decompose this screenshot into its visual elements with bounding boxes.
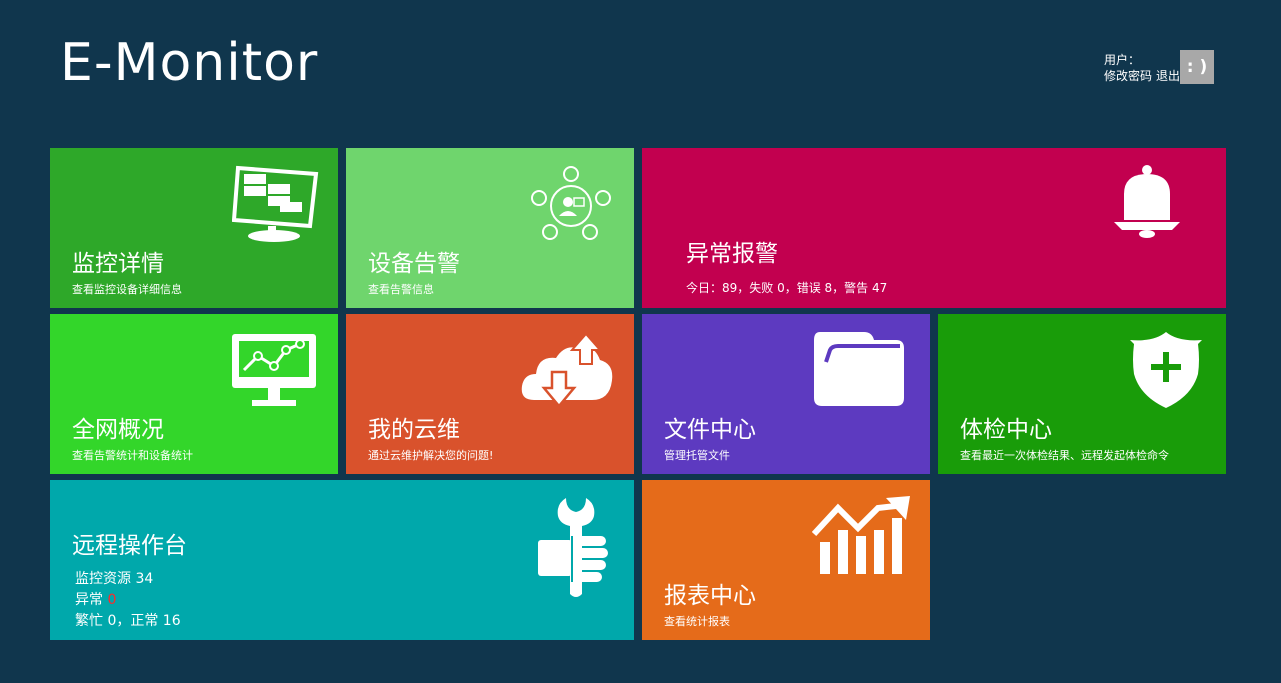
tile-report-center[interactable]: 报表中心 查看统计报表: [642, 480, 930, 640]
user-label: 用户：: [1104, 53, 1141, 67]
remote-console-stats: 监控资源 34 异常 0 繁忙 0，正常 16: [75, 569, 181, 632]
tile-file-center[interactable]: 文件中心 管理托管文件: [642, 314, 930, 474]
avatar[interactable]: : ): [1180, 50, 1214, 84]
tile-subtitle: 查看告警统计和设备统计: [72, 449, 193, 462]
tile-health-center[interactable]: 体检中心 查看最近一次体检结果、远程发起体检命令: [938, 314, 1226, 474]
tile-title: 文件中心: [664, 417, 756, 443]
tile-monitor-detail[interactable]: 监控详情 查看监控设备详细信息: [50, 148, 338, 308]
stat-abnormal-value: 0: [107, 592, 117, 608]
wrench-hand-icon: [538, 498, 608, 597]
tile-remote-console[interactable]: 远程操作台 监控资源 34 异常 0 繁忙 0，正常 16: [50, 480, 634, 640]
tile-subtitle: 查看告警信息: [368, 283, 434, 296]
tile-title: 异常报警: [686, 241, 778, 267]
tile-title: 设备告警: [368, 251, 460, 277]
tile-device-alarm[interactable]: 设备告警 查看告警信息: [346, 148, 634, 308]
tile-subtitle: 查看监控设备详细信息: [72, 283, 182, 296]
tile-title: 报表中心: [664, 583, 756, 609]
alarm-stats: 今日：89，失败 0，错误 8，警告 47: [686, 281, 888, 295]
bar-chart-up-icon: [812, 496, 910, 574]
tile-abnormal-alarm[interactable]: 异常报警 今日：89，失败 0，错误 8，警告 47: [642, 148, 1226, 308]
app-logo: E-Monitor: [60, 33, 319, 93]
tile-subtitle: 管理托管文件: [664, 449, 730, 462]
tile-my-cloud[interactable]: 我的云维 通过云维护解决您的问题!: [346, 314, 634, 474]
tile-title: 全网概况: [72, 417, 164, 443]
tile-subtitle: 查看最近一次体检结果、远程发起体检命令: [960, 449, 1169, 462]
tile-subtitle: 通过云维护解决您的问题!: [368, 449, 494, 462]
tile-network-overview[interactable]: 全网概况 查看告警统计和设备统计: [50, 314, 338, 474]
stat-abnormal: 异常 0: [75, 590, 181, 611]
bell-icon: [1114, 165, 1180, 238]
stat-abnormal-label: 异常: [75, 592, 103, 608]
monitor-servers-icon: [232, 165, 319, 242]
network-user-icon: [531, 166, 611, 240]
shield-plus-icon: [1130, 332, 1202, 408]
stat-monitored-resources: 监控资源 34: [75, 571, 154, 587]
tile-title: 我的云维: [368, 417, 460, 443]
folder-icon: [814, 332, 904, 406]
cloud-sync-icon: [521, 332, 613, 408]
tile-subtitle: 查看统计报表: [664, 615, 730, 628]
tile-title: 监控详情: [72, 251, 164, 277]
stat-busy-normal: 繁忙 0，正常 16: [75, 613, 181, 629]
tile-title: 远程操作台: [72, 533, 187, 559]
change-password-link[interactable]: 修改密码: [1104, 69, 1152, 83]
user-panel: 用户： 修改密码 退出: [1104, 52, 1184, 84]
monitor-chart-icon: [232, 334, 316, 406]
tile-title: 体检中心: [960, 417, 1052, 443]
logout-link[interactable]: 退出: [1156, 69, 1180, 83]
